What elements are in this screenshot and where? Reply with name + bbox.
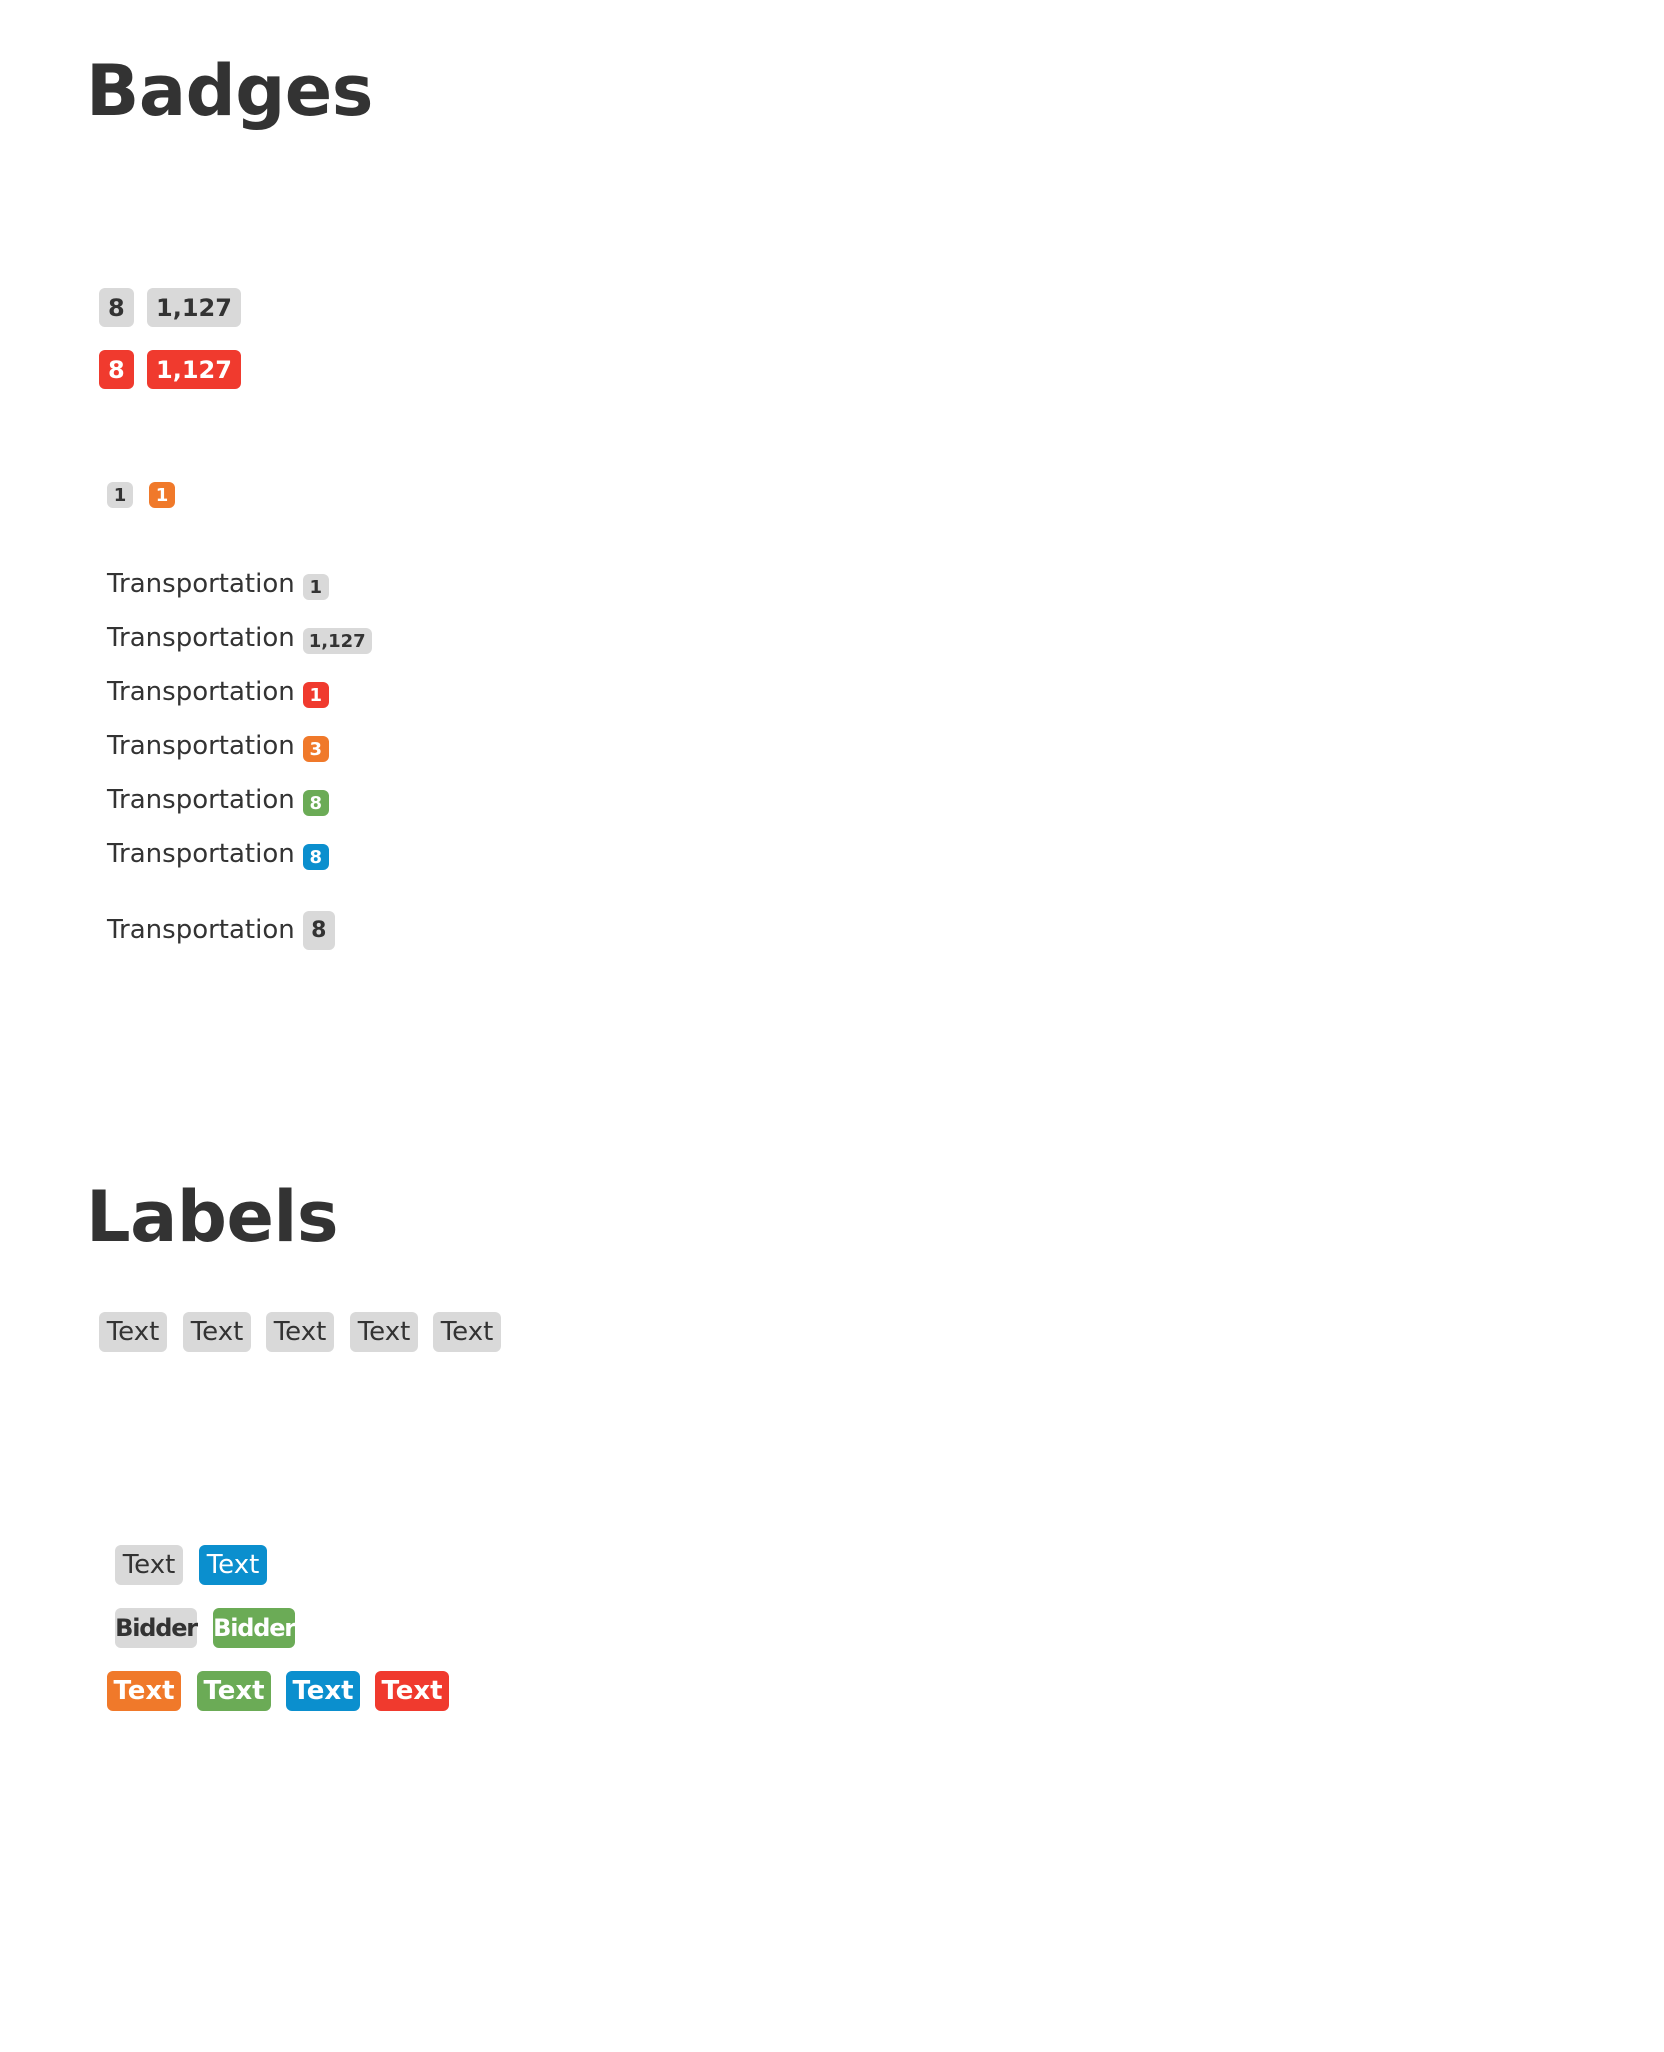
count-badge: 1 xyxy=(302,682,329,708)
label-orange: Text xyxy=(107,1671,181,1711)
list-item: Transportation 1 xyxy=(107,672,329,712)
list-item-label: Transportation xyxy=(107,839,295,869)
count-badge: 3 xyxy=(302,736,329,762)
label-gray: Text xyxy=(433,1312,501,1352)
count-badge: 1 xyxy=(302,574,329,600)
list-item-label: Transportation xyxy=(107,569,295,599)
list-item-label: Transportation xyxy=(107,915,295,945)
label-green: Text xyxy=(197,1671,271,1711)
list-item: Transportation 1,127 xyxy=(107,618,372,658)
count-badge: 8 xyxy=(302,910,335,950)
list-item-label: Transportation xyxy=(107,623,295,653)
count-badge: 1,127 xyxy=(302,628,372,654)
badge-gray-1127: 1,127 xyxy=(147,288,241,327)
list-item-label: Transportation xyxy=(107,731,295,761)
count-badge: 8 xyxy=(302,790,329,816)
label-red: Text xyxy=(375,1671,449,1711)
label-gray: Text xyxy=(266,1312,334,1352)
badge-gray-8: 8 xyxy=(99,288,134,327)
list-item: Transportation 3 xyxy=(107,726,329,766)
label-gray: Text xyxy=(115,1545,183,1585)
label-bidder-green: Bidder xyxy=(213,1608,296,1648)
badge-small-gray: 1 xyxy=(107,482,133,508)
badge-red-1127: 1,127 xyxy=(147,350,241,389)
badge-small-orange: 1 xyxy=(149,482,175,508)
list-item: Transportation 1 xyxy=(107,564,329,604)
label-gray: Text xyxy=(350,1312,418,1352)
label-bidder-gray: Bidder xyxy=(115,1608,198,1648)
badge-red-8: 8 xyxy=(99,350,134,389)
list-item-label: Transportation xyxy=(107,785,295,815)
label-gray: Text xyxy=(183,1312,251,1352)
list-item: Transportation 8 xyxy=(107,780,329,820)
labels-title: Labels xyxy=(86,1176,339,1258)
count-badge: 8 xyxy=(302,844,329,870)
list-item: Transportation 8 xyxy=(107,834,329,874)
badges-title: Badges xyxy=(86,50,373,132)
label-blue: Text xyxy=(199,1545,267,1585)
list-item: Transportation 8 xyxy=(107,910,335,950)
label-gray: Text xyxy=(99,1312,167,1352)
label-blue: Text xyxy=(286,1671,360,1711)
list-item-label: Transportation xyxy=(107,677,295,707)
